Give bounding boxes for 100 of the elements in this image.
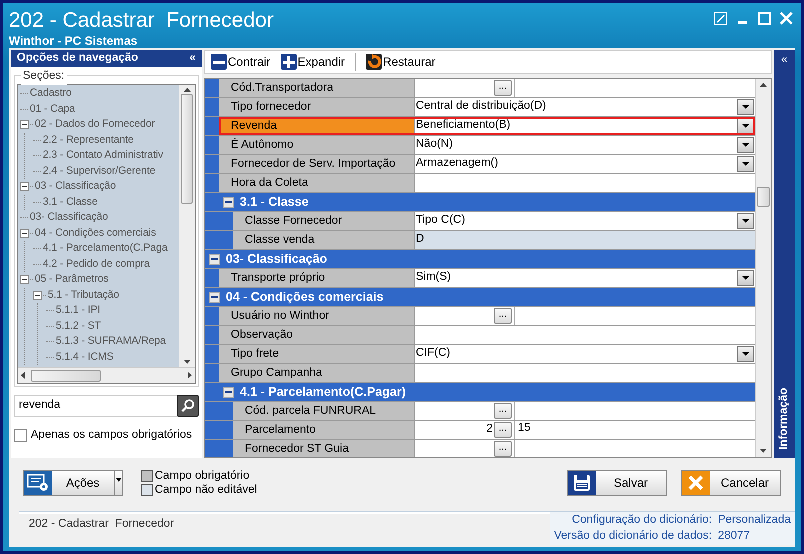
close-icon[interactable] — [780, 12, 793, 25]
collapse-button[interactable]: « — [190, 50, 196, 68]
tree-item[interactable]: 03 - Classificação — [35, 179, 116, 194]
plus-icon — [280, 54, 297, 70]
tree-item[interactable]: 5.1 - Tributação — [48, 288, 120, 303]
dropdown-button[interactable] — [737, 137, 754, 153]
collapse-icon[interactable] — [209, 254, 220, 264]
field-label: Tipo frete — [219, 345, 415, 363]
dropdown-button[interactable] — [737, 156, 754, 172]
field-label: Cód.Transportadora — [219, 79, 415, 97]
tree-item[interactable]: 03- Classificação — [30, 210, 108, 226]
dropdown-field[interactable]: CIF(C) — [415, 345, 756, 363]
ellipsis-button[interactable]: ... — [494, 80, 512, 96]
scrollbar-thumb[interactable] — [757, 187, 770, 207]
collapse-icon[interactable] — [33, 290, 42, 300]
window-subtitle: Winthor - PC Sistemas — [9, 33, 139, 50]
field-label: Usuário no Winthor — [219, 307, 415, 325]
circular-arrow-icon — [366, 54, 382, 70]
status-value: 28077 — [718, 528, 752, 544]
input-field[interactable] — [415, 174, 756, 192]
panel-title: Informação — [776, 388, 791, 450]
dropdown-field[interactable]: Armazenagem() — [415, 155, 756, 173]
panel-title: Opções de navegação — [17, 50, 138, 66]
collapse-icon[interactable] — [223, 386, 234, 398]
collapse-icon[interactable] — [20, 228, 29, 238]
tree-item[interactable]: 5.1.4 - ICMS — [56, 350, 114, 365]
scroll-up-icon[interactable] — [760, 83, 768, 87]
tree-item[interactable]: 4.2 - Pedido de compra — [43, 256, 150, 272]
dropdown-button[interactable] — [737, 213, 754, 229]
search-icon — [181, 399, 195, 413]
collapse-icon[interactable] — [20, 275, 29, 284]
field-label: Grupo Campanha — [219, 364, 415, 382]
collapse-icon[interactable] — [223, 196, 234, 208]
dropdown-field[interactable]: Tipo C(C) — [415, 212, 756, 230]
ellipsis-button[interactable]: ... — [494, 441, 512, 457]
caret-icon — [742, 352, 750, 356]
collapse-icon[interactable] — [20, 120, 29, 130]
input-field[interactable] — [415, 364, 756, 382]
search-field[interactable]: revenda — [14, 395, 177, 417]
scroll-left-icon[interactable] — [21, 372, 25, 379]
scrollbar-thumb[interactable] — [31, 370, 101, 382]
field-label: Cód. parcela FUNRURAL — [233, 402, 415, 420]
caret-icon — [742, 162, 750, 166]
caret-icon — [742, 219, 750, 223]
tree-item[interactable]: 2.2 - Representante — [43, 132, 134, 148]
tree-item[interactable]: 4.1 - Parcelamento(C.Paga — [43, 241, 168, 256]
tree-item[interactable]: 01 - Capa — [30, 102, 76, 117]
checkbox[interactable] — [14, 429, 27, 442]
maximize-icon[interactable] — [758, 12, 771, 25]
tree-item[interactable]: 2.4 - Supervisor/Gerente — [43, 164, 156, 179]
collapse-icon[interactable] — [20, 182, 29, 192]
field-label: Revenda — [219, 117, 415, 135]
dropdown-button[interactable] — [737, 118, 754, 134]
caret-icon — [742, 124, 750, 128]
scroll-down-icon[interactable] — [184, 360, 190, 364]
dropdown-field[interactable]: Central de distribuição(D) — [415, 98, 756, 116]
tree-item[interactable]: 04 - Condições comerciais — [35, 226, 156, 241]
dropdown-field[interactable]: Não(N) — [415, 136, 756, 154]
collapse-icon[interactable] — [209, 292, 220, 302]
cross-icon — [687, 474, 705, 492]
toolbar-button[interactable]: Restaurar — [366, 53, 436, 71]
dropdown-button[interactable] — [737, 346, 754, 362]
tree-item[interactable]: Cadastro — [30, 86, 72, 102]
minus-icon — [211, 54, 227, 70]
tree-item[interactable]: 5.1.2 - ST — [56, 318, 102, 334]
scroll-down-icon[interactable] — [760, 449, 768, 453]
dropdown-field[interactable]: Beneficiamento(B) — [415, 117, 756, 135]
status-label: Configuração do dicionário: — [571, 513, 712, 528]
caret-icon — [742, 276, 750, 280]
search-button[interactable] — [177, 395, 199, 417]
tree-item[interactable]: 2.3 - Contato Administrativ — [43, 148, 164, 164]
field-label: Observação — [219, 326, 415, 344]
toolbar-button[interactable]: Expandir — [280, 53, 346, 71]
cancel-button[interactable]: Cancelar — [681, 470, 781, 496]
tree-item[interactable]: 05 - Parâmetros — [35, 272, 109, 288]
status-label: Versão do dicionário de dados: — [554, 528, 712, 544]
tree-item[interactable]: 5.1.3 - SUFRAMA/Repa — [56, 334, 166, 350]
scroll-right-icon[interactable] — [188, 372, 192, 379]
save-button[interactable]: Salvar — [567, 470, 667, 496]
tree-item[interactable]: 5.1.1 - IPI — [56, 303, 100, 318]
edit-icon[interactable] — [714, 12, 727, 25]
scroll-up-icon[interactable] — [184, 88, 190, 92]
dropdown-button[interactable] — [737, 99, 754, 115]
input-field[interactable] — [415, 326, 756, 344]
collapse-button[interactable]: « — [781, 52, 788, 70]
tree-item[interactable]: 02 - Dados do Fornecedor — [35, 117, 156, 132]
ellipsis-button[interactable]: ... — [494, 422, 512, 438]
scrollbar-thumb[interactable] — [181, 94, 193, 204]
dropdown-field[interactable]: Sim(S) — [415, 269, 756, 287]
field-label: Tipo fornecedor — [219, 98, 415, 116]
gear-list-icon — [27, 474, 49, 492]
field-label: É Autônomo — [219, 136, 415, 154]
tree-item[interactable]: 3.1 - Classe — [43, 194, 98, 210]
ellipsis-button[interactable]: ... — [494, 308, 512, 324]
ellipsis-button[interactable]: ... — [494, 403, 512, 419]
actions-button[interactable]: Ações — [23, 470, 123, 496]
code-field[interactable]: 2 — [416, 421, 494, 439]
toolbar-button[interactable]: Contrair — [211, 53, 271, 71]
caret-icon — [742, 143, 750, 147]
dropdown-button[interactable] — [737, 270, 754, 286]
